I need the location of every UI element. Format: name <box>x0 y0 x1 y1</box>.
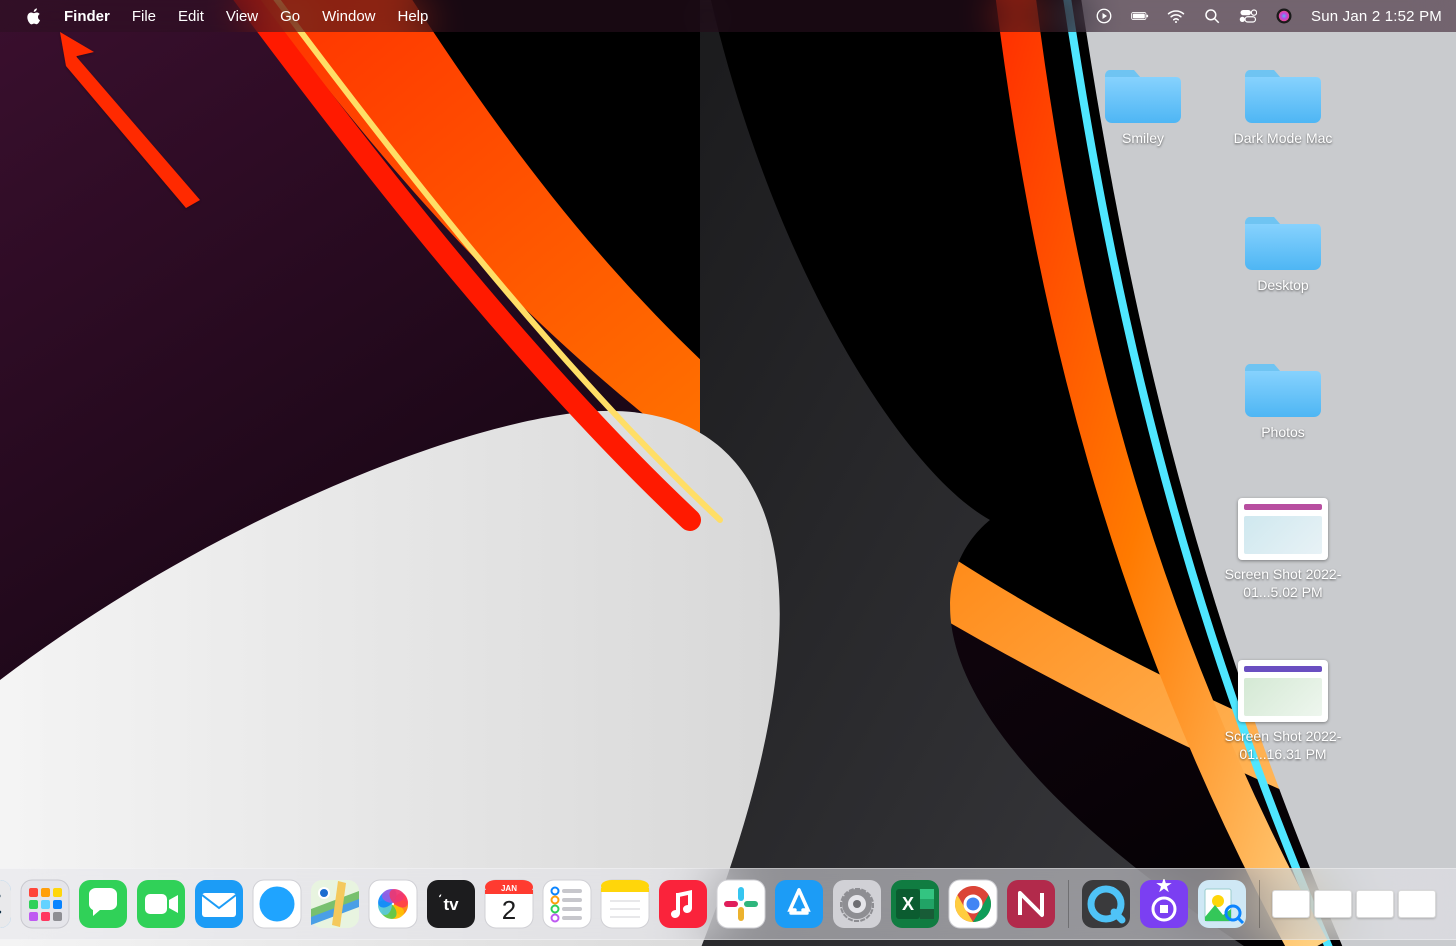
svg-text:JAN: JAN <box>501 884 517 893</box>
wifi-icon[interactable] <box>1167 7 1185 25</box>
dock-app-slack[interactable] <box>716 879 766 929</box>
screenshot-thumbnail-icon <box>1238 498 1328 560</box>
dock-app-photos[interactable] <box>368 879 418 929</box>
dock-app-calendar[interactable]: JAN 2 <box>484 879 534 929</box>
apple-menu[interactable] <box>14 8 53 25</box>
menu-view[interactable]: View <box>215 8 269 25</box>
dock: tv JAN 2 X ★ <box>0 868 1456 940</box>
dock-app-chrome[interactable] <box>948 879 998 929</box>
dock-app-imovie[interactable]: ★ <box>1139 879 1189 929</box>
dock-app-ninox[interactable] <box>1006 879 1056 929</box>
screenshot-thumbnail-icon <box>1238 660 1328 722</box>
menu-edit[interactable]: Edit <box>167 8 215 25</box>
dock-app-excel[interactable]: X <box>890 879 940 929</box>
dock-app-maps[interactable] <box>310 879 360 929</box>
svg-text:X: X <box>902 894 914 914</box>
desktop: Finder File Edit View Go Window Help <box>0 0 1456 946</box>
dock-app-finder[interactable] <box>0 879 12 929</box>
menu-go[interactable]: Go <box>269 8 311 25</box>
app-menu[interactable]: Finder <box>53 8 121 25</box>
now-playing-icon[interactable] <box>1095 7 1113 25</box>
desktop-screenshot[interactable]: Screen Shot 2022-01...5.02 PM <box>1208 498 1358 601</box>
svg-text:2: 2 <box>502 895 516 925</box>
control-center-icon[interactable] <box>1239 7 1257 25</box>
desktop-screenshot[interactable]: Screen Shot 2022-01...16.31 PM <box>1208 660 1358 763</box>
dock-app-preview[interactable] <box>1197 879 1247 929</box>
minimized-window[interactable] <box>1314 890 1352 918</box>
desktop-folder[interactable]: Photos <box>1208 352 1358 442</box>
dock-separator <box>1259 880 1260 928</box>
dock-app-reminders[interactable] <box>542 879 592 929</box>
dock-app-safari[interactable] <box>252 879 302 929</box>
desktop-item-label: Screen Shot 2022-01...5.02 PM <box>1208 566 1358 601</box>
folder-icon <box>1242 58 1324 124</box>
svg-text:tv: tv <box>443 895 459 914</box>
folder-icon <box>1102 58 1184 124</box>
dock-separator <box>1068 880 1069 928</box>
dock-app-music[interactable] <box>658 879 708 929</box>
dock-app-quicktime[interactable] <box>1081 879 1131 929</box>
battery-icon[interactable] <box>1131 7 1149 25</box>
dock-minimized-windows <box>1272 890 1436 918</box>
desktop-folder[interactable]: Smiley <box>1068 58 1218 148</box>
spotlight-icon[interactable] <box>1203 7 1221 25</box>
dock-app-appstore[interactable] <box>774 879 824 929</box>
dock-app-appletv[interactable]: tv <box>426 879 476 929</box>
menu-file[interactable]: File <box>121 8 167 25</box>
desktop-folder[interactable]: Dark Mode Mac <box>1208 58 1358 148</box>
desktop-item-label: Smiley <box>1122 130 1164 148</box>
minimized-window[interactable] <box>1356 890 1394 918</box>
dock-app-launchpad[interactable] <box>20 879 70 929</box>
desktop-item-label: Photos <box>1261 424 1305 442</box>
folder-icon <box>1242 352 1324 418</box>
dock-app-facetime[interactable] <box>136 879 186 929</box>
minimized-window[interactable] <box>1398 890 1436 918</box>
menu-bar-clock[interactable]: Sun Jan 2 1:52 PM <box>1311 8 1442 25</box>
dock-trash[interactable] <box>1444 879 1456 929</box>
desktop-item-label: Desktop <box>1257 277 1308 295</box>
folder-icon <box>1242 205 1324 271</box>
svg-text:★: ★ <box>1155 879 1173 897</box>
desktop-item-label: Dark Mode Mac <box>1234 130 1333 148</box>
menu-help[interactable]: Help <box>387 8 440 25</box>
dock-app-messages[interactable] <box>78 879 128 929</box>
dock-app-mail[interactable] <box>194 879 244 929</box>
menu-bar: Finder File Edit View Go Window Help <box>0 0 1456 32</box>
dock-app-settings[interactable] <box>832 879 882 929</box>
siri-icon[interactable] <box>1275 7 1293 25</box>
desktop-item-label: Screen Shot 2022-01...16.31 PM <box>1208 728 1358 763</box>
menu-window[interactable]: Window <box>311 8 386 25</box>
dock-app-notes[interactable] <box>600 879 650 929</box>
desktop-folder[interactable]: Desktop <box>1208 205 1358 295</box>
minimized-window[interactable] <box>1272 890 1310 918</box>
